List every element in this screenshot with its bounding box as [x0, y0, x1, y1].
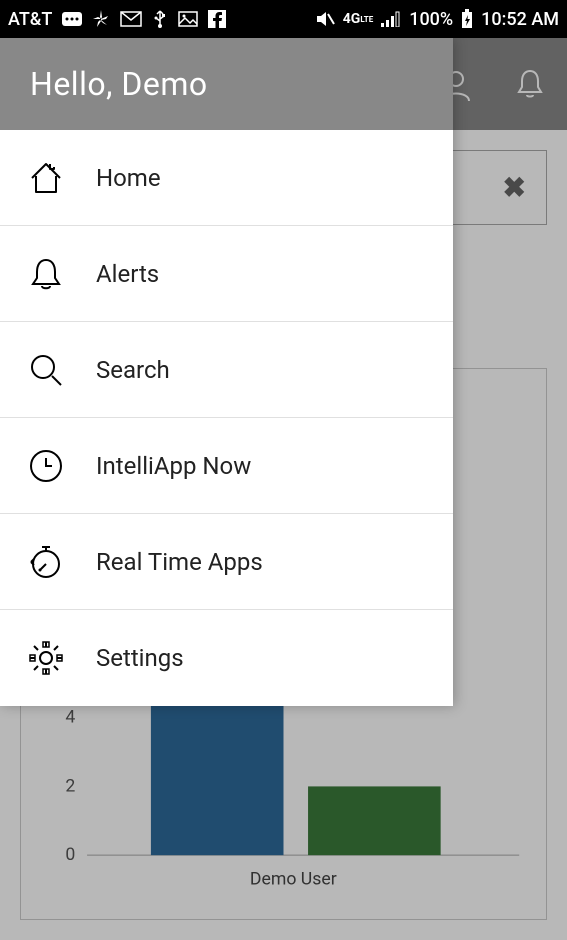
bar-series-b	[308, 786, 441, 855]
menu-label: Real Time Apps	[96, 548, 263, 576]
search-icon	[24, 348, 68, 392]
ytick: 0	[65, 845, 75, 865]
home-icon	[24, 156, 68, 200]
menu-label: IntelliApp Now	[96, 452, 251, 480]
menu-label: Search	[96, 356, 170, 384]
menu-item-realtime[interactable]: Real Time Apps	[0, 514, 453, 610]
greeting-text: Hello, Demo	[30, 65, 208, 103]
gear-icon	[24, 636, 68, 680]
stopwatch-icon	[24, 540, 68, 584]
message-icon	[62, 12, 82, 26]
bell-icon	[24, 252, 68, 296]
menu-label: Home	[96, 164, 161, 192]
x-category-label: Demo User	[250, 870, 337, 890]
clock-icon	[24, 444, 68, 488]
bell-icon[interactable]	[513, 67, 547, 101]
battery-charging-icon	[461, 9, 473, 29]
menu-item-alerts[interactable]: Alerts	[0, 226, 453, 322]
menu-item-home[interactable]: Home	[0, 130, 453, 226]
usb-icon	[152, 9, 168, 29]
menu-item-settings[interactable]: Settings	[0, 610, 453, 706]
status-bar: AT&T 4GLTE 100% 1	[0, 0, 567, 38]
time-label: 10:52 AM	[481, 9, 559, 30]
ytick: 4	[65, 708, 75, 728]
mail-icon	[120, 11, 142, 27]
ytick: 2	[65, 776, 75, 796]
mute-icon	[315, 10, 335, 28]
menu-label: Settings	[96, 644, 184, 672]
facebook-icon	[208, 10, 226, 28]
battery-label: 100%	[409, 9, 453, 30]
close-icon[interactable]: ✖	[503, 171, 526, 204]
navigation-drawer: Hello, Demo Home Alerts Search Intelli	[0, 38, 453, 706]
menu-item-intelliapp[interactable]: IntelliApp Now	[0, 418, 453, 514]
yelp-icon	[92, 10, 110, 28]
carrier-label: AT&T	[8, 9, 52, 30]
drawer-menu: Home Alerts Search IntelliApp Now Real T	[0, 130, 453, 706]
menu-item-search[interactable]: Search	[0, 322, 453, 418]
image-icon	[178, 11, 198, 27]
signal-icon	[381, 11, 401, 27]
network-icon: 4GLTE	[343, 11, 373, 27]
menu-label: Alerts	[96, 260, 159, 288]
drawer-header: Hello, Demo	[0, 38, 453, 130]
